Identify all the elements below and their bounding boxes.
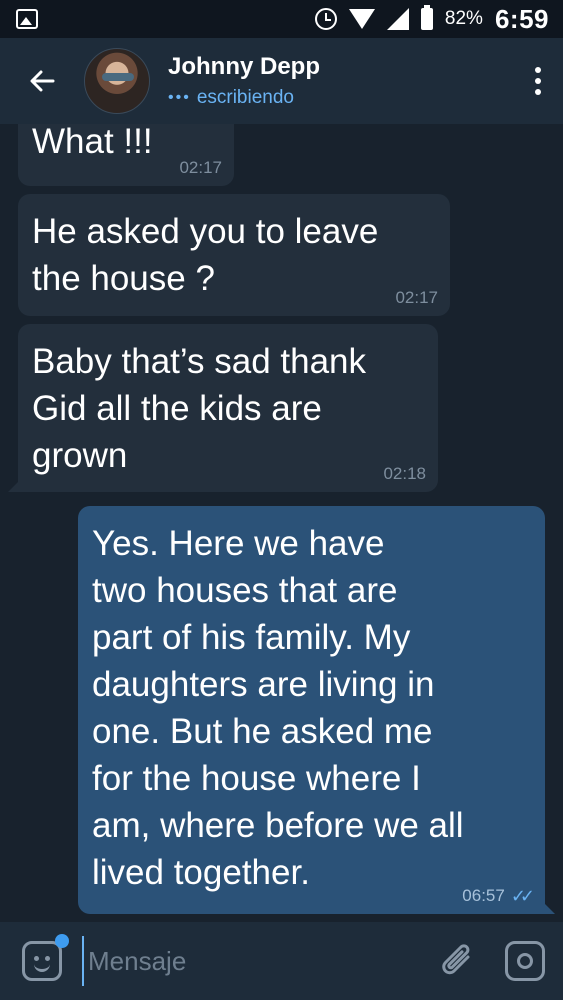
notification-dot bbox=[55, 934, 69, 948]
alarm-icon bbox=[314, 8, 337, 30]
message-text: Yes. Here we have two houses that are pa… bbox=[92, 524, 464, 892]
typing-status-text: escribiendo bbox=[196, 87, 294, 108]
image-icon bbox=[16, 9, 38, 29]
contact-name: Johnny Depp bbox=[168, 53, 321, 80]
typing-dots-icon: ••• bbox=[168, 89, 191, 106]
back-arrow-icon bbox=[30, 70, 55, 92]
message-time: 02:17 bbox=[179, 158, 222, 177]
message-text: He asked you to leave the house ? bbox=[32, 212, 379, 298]
incoming-message[interactable]: What !!! 02:17 bbox=[18, 124, 234, 186]
message-time: 06:57 bbox=[462, 886, 505, 905]
battery-percent: 82% bbox=[444, 8, 483, 29]
message-list[interactable]: What !!! 02:17 He asked you to leave the… bbox=[0, 124, 563, 922]
status-bar: 82% 6:59 bbox=[0, 0, 563, 38]
more-vertical-icon bbox=[535, 67, 541, 73]
message-time: 02:17 bbox=[395, 288, 438, 307]
message-input[interactable] bbox=[82, 936, 433, 986]
sticker-icon bbox=[34, 956, 39, 961]
signal-icon bbox=[386, 8, 409, 30]
incoming-message[interactable]: He asked you to leave the house ? 02:17 bbox=[18, 194, 450, 316]
attach-icon bbox=[442, 944, 470, 975]
contact-info[interactable]: Johnny Depp ••• escribiendo bbox=[168, 53, 513, 109]
attach-button[interactable] bbox=[433, 936, 483, 986]
message-text: Baby that’s sad thank Gid all the kids a… bbox=[32, 342, 367, 475]
back-button[interactable] bbox=[0, 38, 84, 124]
chat-header: Johnny Depp ••• escribiendo bbox=[0, 38, 563, 124]
battery-icon bbox=[420, 5, 433, 30]
wifi-icon bbox=[348, 9, 375, 29]
read-receipt-icon: ✓✓ bbox=[510, 886, 535, 906]
message-composer bbox=[0, 922, 563, 1000]
avatar[interactable] bbox=[84, 48, 150, 114]
clock: 6:59 bbox=[494, 3, 549, 34]
message-time: 02:18 bbox=[383, 464, 426, 483]
camera-button[interactable] bbox=[505, 941, 545, 981]
message-meta: 06:57 ✓✓ bbox=[462, 886, 535, 906]
incoming-message[interactable]: Baby that’s sad thank Gid all the kids a… bbox=[8, 324, 438, 492]
typing-status: ••• escribiendo bbox=[168, 87, 513, 109]
more-options-button[interactable] bbox=[513, 38, 563, 124]
outgoing-message[interactable]: Yes. Here we have two houses that are pa… bbox=[78, 506, 555, 914]
sticker-button[interactable] bbox=[22, 934, 69, 981]
